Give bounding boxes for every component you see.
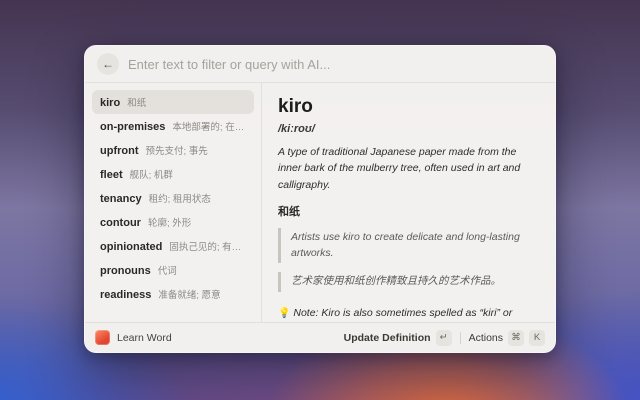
word-list-item[interactable]: upfront 预先支付; 事先 bbox=[92, 138, 254, 162]
word-list-item[interactable]: contour 轮廓; 外形 bbox=[92, 210, 254, 234]
example-chinese: 艺术家使用和纸创作精致且持久的艺术作品。 bbox=[278, 272, 539, 293]
word-list-item[interactable]: kiro 和纸 bbox=[92, 90, 254, 114]
footer-divider bbox=[459, 331, 461, 344]
word-label: contour bbox=[100, 217, 141, 229]
main-content: kiro 和纸 on-premises 本地部署的; 在场所内的 upfront 预先支付… bbox=[85, 83, 555, 322]
learn-word-app-icon bbox=[95, 330, 110, 345]
desktop-background: ← kiro 和纸 on-premises 本地部署的; 在场所内的 upfront 预先… bbox=[0, 0, 640, 400]
word-translation: 舰队; 机群 bbox=[129, 170, 173, 181]
word-label: tenancy bbox=[100, 193, 142, 205]
enter-key: ↵ bbox=[435, 329, 452, 346]
app-label: Learn Word bbox=[117, 331, 172, 344]
word-translation: 租约; 租用状态 bbox=[148, 194, 211, 205]
footer-bar: Learn Word Update Definition ↵ Actions ⌘… bbox=[85, 322, 555, 352]
word-list-item[interactable]: on-premises 本地部署的; 在场所内的 bbox=[92, 114, 254, 138]
word-list-item[interactable]: pronouns 代词 bbox=[92, 258, 254, 282]
back-button[interactable]: ← bbox=[97, 53, 119, 75]
k-key: K bbox=[529, 329, 545, 346]
word-list-item[interactable]: opinionated 固执己见的; 有主见的 bbox=[92, 234, 254, 258]
word-translation: 和纸 bbox=[127, 98, 147, 109]
word-label: on-premises bbox=[100, 121, 166, 133]
word-translation: 轮廓; 外形 bbox=[147, 218, 192, 229]
lightbulb-icon: 💡 bbox=[278, 308, 291, 320]
chinese-translation: 和纸 bbox=[278, 205, 300, 218]
word-list: kiro 和纸 on-premises 本地部署的; 在场所内的 upfront 预先支付… bbox=[85, 83, 261, 322]
update-definition-action[interactable]: Update Definition ↵ bbox=[343, 329, 452, 346]
note-text: Note: Kiro is also sometimes spelled as … bbox=[293, 307, 513, 320]
word-label: fleet bbox=[100, 169, 123, 181]
back-arrow-icon: ← bbox=[102, 57, 114, 71]
update-definition-label: Update Definition bbox=[343, 331, 431, 344]
word-label: readiness bbox=[100, 289, 152, 301]
word-list-item[interactable]: fleet 舰队; 机群 bbox=[92, 162, 254, 186]
example-english: Artists use kiro to create delicate and … bbox=[278, 227, 539, 264]
word-translation: 准备就绪; 愿意 bbox=[158, 290, 221, 301]
pronunciation: /kiːroʊ/ bbox=[278, 123, 315, 135]
actions-label: Actions bbox=[468, 331, 503, 344]
word-list-item[interactable]: readiness 准备就绪; 愿意 bbox=[92, 282, 254, 306]
dictionary-window: ← kiro 和纸 on-premises 本地部署的; 在场所内的 upfront 预先… bbox=[84, 45, 556, 353]
footer-actions: Update Definition ↵ Actions ⌘ K bbox=[343, 329, 545, 346]
detail-panel: kiro /kiːroʊ/ A type of traditional Japa… bbox=[261, 83, 555, 322]
actions-menu-button[interactable]: Actions ⌘ K bbox=[468, 329, 545, 346]
definition-text: A type of traditional Japanese paper mad… bbox=[278, 146, 521, 191]
word-label: upfront bbox=[100, 145, 139, 157]
word-list-item[interactable]: tenancy 租约; 租用状态 bbox=[92, 186, 254, 210]
word-translation: 代词 bbox=[157, 266, 177, 277]
search-bar: ← bbox=[85, 46, 555, 83]
cmd-key: ⌘ bbox=[508, 329, 524, 346]
word-label: pronouns bbox=[100, 265, 151, 277]
footer-app: Learn Word bbox=[95, 330, 172, 345]
word-translation: 固执己见的; 有主见的 bbox=[169, 242, 246, 253]
search-input[interactable] bbox=[128, 56, 543, 72]
word-label: opinionated bbox=[100, 241, 163, 253]
usage-note: 💡 Note: Kiro is also sometimes spelled a… bbox=[278, 305, 539, 322]
word-translation: 预先支付; 事先 bbox=[145, 146, 208, 157]
word-translation: 本地部署的; 在场所内的 bbox=[172, 122, 246, 133]
word-label: kiro bbox=[100, 97, 121, 109]
word-title: kiro bbox=[278, 96, 313, 117]
